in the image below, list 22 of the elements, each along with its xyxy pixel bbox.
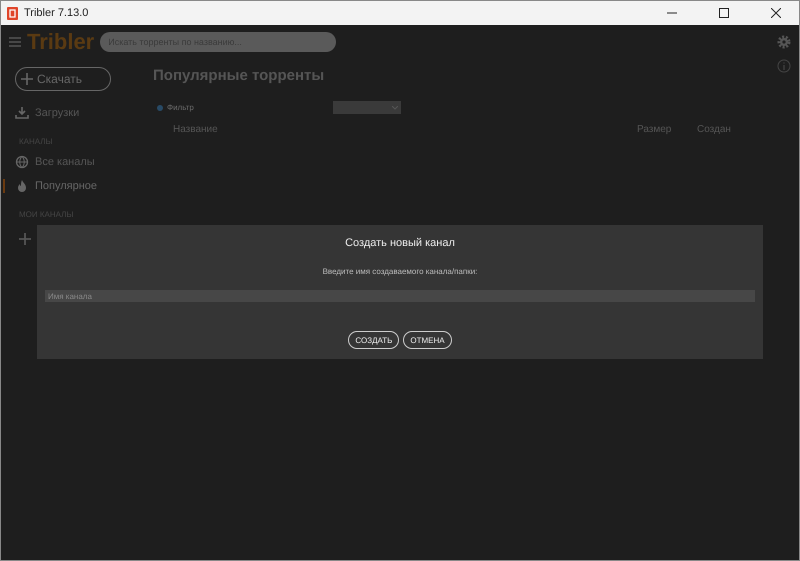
window-title: Tribler 7.13.0 xyxy=(24,7,90,19)
download-button[interactable]: Скачать xyxy=(15,67,111,91)
download-icon xyxy=(15,106,29,120)
dialog-title: Создать новый канал xyxy=(345,237,455,249)
menu-icon[interactable] xyxy=(9,37,21,47)
channel-name-field[interactable]: Имя канала xyxy=(45,290,755,302)
plus-icon xyxy=(20,72,34,86)
dialog-button[interactable]: СОЗДАТЬ xyxy=(348,331,400,349)
dot-icon xyxy=(157,104,163,110)
close-icon[interactable] xyxy=(771,8,781,18)
dialog-prompt: Введите имя создаваемого канала/папки: xyxy=(322,267,478,276)
plus-icon[interactable] xyxy=(19,233,31,245)
flame-icon xyxy=(15,179,29,193)
logo: Tribler xyxy=(27,29,94,55)
settings-icon[interactable] xyxy=(777,35,791,49)
app-icon xyxy=(7,6,18,20)
filter-field[interactable]: Фильтр xyxy=(167,103,194,112)
maximize-icon[interactable] xyxy=(719,8,729,18)
dialog-button[interactable]: ОТМЕНА xyxy=(403,331,452,349)
sidebar-label: Популярное xyxy=(35,180,98,192)
globe-icon xyxy=(15,155,29,169)
info-icon[interactable] xyxy=(777,59,791,73)
